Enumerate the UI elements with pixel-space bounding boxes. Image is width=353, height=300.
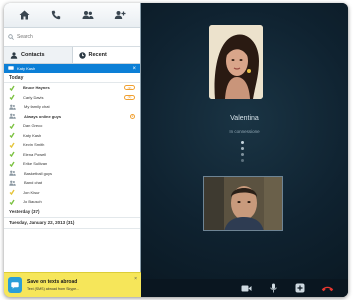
- group-chat-icon: [9, 180, 20, 186]
- recent-icon: [78, 51, 86, 59]
- contact-name: Basketball guys: [24, 170, 53, 176]
- presence-online-icon: [9, 132, 19, 139]
- promo-close-button[interactable]: ×: [134, 276, 137, 282]
- tab-contacts-label: Contacts: [21, 52, 45, 58]
- presence-online-icon: [9, 199, 19, 205]
- add-icon[interactable]: [293, 282, 307, 294]
- list-item[interactable]: Elena Powell: [4, 150, 140, 160]
- list-item[interactable]: Basketball guys: [4, 169, 140, 179]
- group-today: Today: [4, 73, 140, 83]
- tab-contacts[interactable]: Contacts: [4, 47, 72, 63]
- presence-offline-icon: [9, 189, 19, 196]
- contact-name: Kevin Smith: [23, 142, 45, 148]
- contact-name: Bruce Haynes: [23, 85, 50, 91]
- group-chat-icon: [9, 170, 20, 176]
- sms-icon: [8, 277, 22, 293]
- caller-avatar: [209, 25, 263, 99]
- search-icon: [8, 34, 14, 40]
- search-bar: [4, 28, 140, 47]
- phone-icon[interactable]: [45, 6, 67, 24]
- list-item[interactable]: Bruce Haynes (2): [4, 83, 140, 93]
- group-chat-icon: [9, 113, 20, 119]
- contact-name: Erike Sullivan: [23, 161, 48, 167]
- list-item[interactable]: Kevin Smith: [4, 140, 140, 150]
- promo-subtitle: Text (SMS) abroad from Skype...: [27, 287, 80, 291]
- contact-name: Jon Kisur: [23, 189, 40, 195]
- list-item[interactable]: Carly Davis (3): [4, 93, 140, 103]
- chat-icon: [8, 66, 14, 70]
- close-icon[interactable]: ×: [132, 66, 136, 72]
- skype-window: Contacts Recent Katy Kash × Today Bruce …: [4, 3, 348, 297]
- recent-list: Bruce Haynes (2) Carly Davis (3) My family c…: [4, 83, 140, 207]
- call-controls: [141, 279, 348, 297]
- hang-up-icon[interactable]: [320, 282, 334, 294]
- promo-banner[interactable]: Save on texts abroad Text (SMS) abroad f…: [4, 272, 141, 297]
- toolbar: [4, 3, 140, 28]
- contact-name: Dan Greco: [23, 123, 43, 129]
- list-item[interactable]: Dan Greco: [4, 121, 140, 131]
- contact-name: Jo Bausch: [23, 199, 42, 205]
- video-icon[interactable]: [239, 282, 253, 294]
- contacts-icon: [10, 51, 18, 59]
- list-item[interactable]: Jo Bausch: [4, 197, 140, 207]
- presence-online-icon: [9, 94, 19, 101]
- contact-name: Band chat: [24, 180, 43, 186]
- contact-name: Katy Kash: [23, 132, 42, 138]
- list-item[interactable]: Jon Kisur: [4, 188, 140, 198]
- call-view: Valentina In connessione: [141, 3, 348, 297]
- unread-badge: (2): [124, 85, 135, 91]
- unread-badge: (3): [124, 94, 135, 100]
- call-status: In connessione: [229, 129, 260, 134]
- group-yesterday[interactable]: Yesterday (37): [4, 207, 140, 218]
- list-item[interactable]: My family chat: [4, 102, 140, 112]
- group-older[interactable]: Tuesday, January 22, 2013 (31): [4, 218, 140, 229]
- presence-online-icon: [9, 161, 19, 167]
- contacts-icon[interactable]: [77, 6, 99, 24]
- presence-offline-icon: [9, 142, 19, 148]
- tab-bar: Contacts Recent: [4, 47, 140, 64]
- microphone-icon[interactable]: [266, 282, 280, 294]
- search-input[interactable]: [17, 34, 127, 40]
- contact-name: Always online guys: [24, 113, 62, 119]
- contact-name: My family chat: [24, 104, 50, 110]
- contact-name: Carly Davis: [23, 94, 44, 100]
- group-chat-icon: [9, 104, 20, 110]
- selected-conversation[interactable]: Katy Kash ×: [4, 64, 140, 73]
- self-video-preview[interactable]: [203, 176, 283, 231]
- selected-conversation-name: Katy Kash: [17, 66, 36, 71]
- tab-recent-label: Recent: [88, 52, 107, 58]
- presence-online-icon: [9, 123, 19, 129]
- promo-title: Save on texts abroad: [27, 279, 78, 285]
- list-item[interactable]: Always online guys 2: [4, 112, 140, 122]
- presence-online-icon: [9, 151, 19, 158]
- tab-recent[interactable]: Recent: [71, 47, 141, 63]
- connecting-indicator: [240, 141, 245, 165]
- home-icon[interactable]: [13, 6, 35, 24]
- list-item[interactable]: Band chat: [4, 178, 140, 188]
- contact-name: Elena Powell: [23, 151, 47, 157]
- presence-online-icon: [9, 85, 19, 91]
- caller-name: Valentina: [230, 115, 259, 122]
- unread-badge: 2: [130, 113, 135, 119]
- list-item[interactable]: Erike Sullivan: [4, 159, 140, 169]
- add-contact-icon[interactable]: [109, 6, 131, 24]
- sidebar: Contacts Recent Katy Kash × Today Bruce …: [4, 3, 141, 297]
- list-item[interactable]: Katy Kash: [4, 131, 140, 141]
